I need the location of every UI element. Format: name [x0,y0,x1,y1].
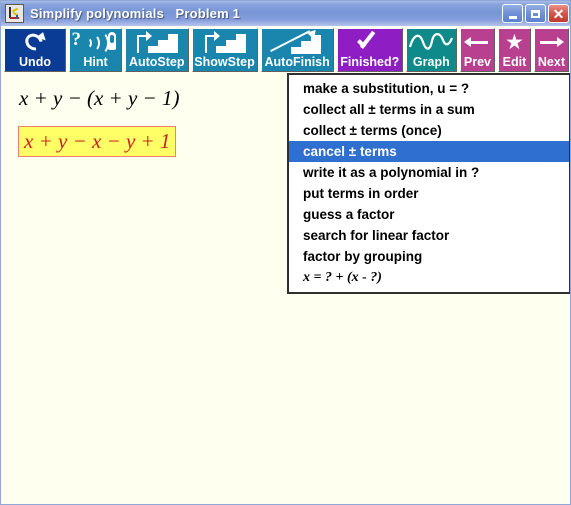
undo-button[interactable]: Undo [4,28,67,72]
autofinish-button-label: AutoFinish [264,55,330,69]
title-bar: Simplify polynomials Problem 1 ✕ [1,1,570,26]
autofinish-button[interactable]: AutoFinish [260,26,334,72]
showstep-button-label: ShowStep [194,55,255,69]
arrow-left-icon [461,29,494,55]
next-button[interactable]: Next [533,28,569,72]
expression-line-1[interactable]: x + y − (x + y − 1) [19,86,179,111]
finished-button-label: Finished? [340,55,400,69]
hint-button[interactable]: ? Hint [69,28,122,72]
menu-item-cancel-terms[interactable]: cancel ± terms [289,141,569,162]
application-window: Simplify polynomials Problem 1 ✕ Undo ? [0,0,571,505]
stairs-diagonal-icon [262,26,333,55]
prev-button[interactable]: Prev [459,28,495,72]
menu-item-guess-a-factor[interactable]: guess a factor [289,204,569,225]
close-button[interactable]: ✕ [548,4,569,23]
expression-line-2-selected[interactable]: x + y − x − y + 1 [18,126,177,157]
menu-item-collect-all-terms[interactable]: collect all ± terms in a sum [289,99,569,120]
prev-button-label: Prev [463,55,491,69]
window-title: Simplify polynomials Problem 1 [30,6,241,21]
menu-item-make-substitution[interactable]: make a substitution, u = ? [289,78,569,99]
stairs-arrow-icon [126,29,188,55]
graph-button[interactable]: Graph [405,28,457,72]
close-icon: ✕ [552,5,565,22]
autostep-button[interactable]: AutoStep [124,28,189,72]
menu-item-split-x[interactable]: x = ? + (x - ?) [289,267,569,288]
operation-menu[interactable]: make a substitution, u = ? collect all ±… [287,73,570,294]
menu-item-factor-by-grouping[interactable]: factor by grouping [289,246,569,267]
graph-button-label: Graph [412,55,450,69]
toolbar: Undo ? Hint AutoStep ShowStep AutoFinish… [1,26,570,74]
undo-arrow-icon [5,29,65,55]
autostep-button-label: AutoStep [128,55,185,69]
next-button-label: Next [537,55,565,69]
edit-button[interactable]: ★ Edit [497,28,531,72]
app-icon [5,4,24,23]
undo-button-label: Undo [19,55,51,69]
maximize-icon [531,9,540,18]
menu-item-search-linear-factor[interactable]: search for linear factor [289,225,569,246]
finished-button[interactable]: Finished? [336,28,403,72]
edit-button-label: Edit [502,55,527,69]
curve-graph-icon [407,29,456,55]
minimize-button[interactable] [502,4,523,23]
arrow-right-icon [535,29,568,55]
showstep-button[interactable]: ShowStep [191,28,258,72]
checkmark-icon [338,29,402,55]
menu-item-write-as-polynomial[interactable]: write it as a polynomial in ? [289,162,569,183]
hint-button-label: Hint [83,55,108,69]
menu-item-put-terms-in-order[interactable]: put terms in order [289,183,569,204]
star-icon: ★ [505,30,524,54]
question-sound-icon: ? [70,29,121,55]
minimize-icon [508,15,517,19]
stairs-arrow-icon [193,29,257,55]
menu-item-collect-terms-once[interactable]: collect ± terms (once) [289,120,569,141]
maximize-button[interactable] [525,4,546,23]
window-controls: ✕ [502,4,569,23]
